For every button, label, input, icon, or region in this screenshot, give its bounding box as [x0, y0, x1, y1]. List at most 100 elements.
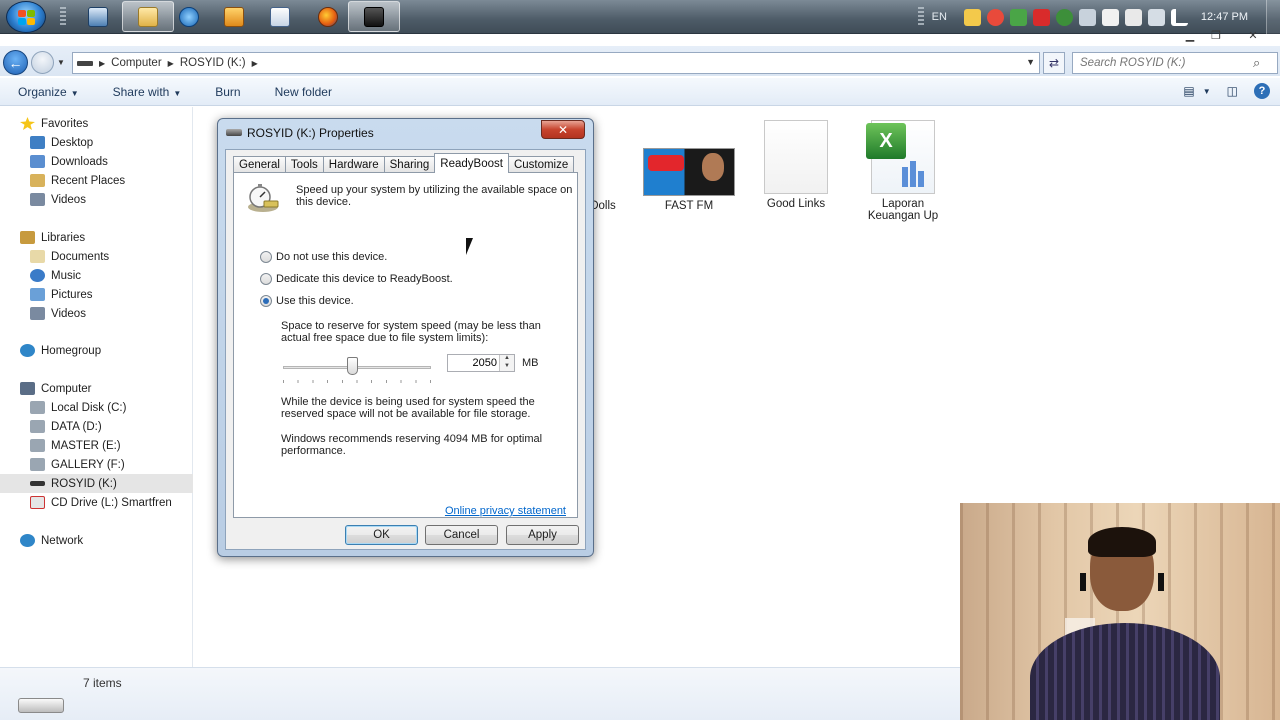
search-icon[interactable]: ⌕ [1253, 55, 1260, 71]
file-laporan-keuangan[interactable]: X Laporan Keuangan Up [855, 120, 951, 222]
history-dropdown[interactable]: ▼ [57, 58, 65, 67]
close-window-button[interactable]: ✕ [1240, 27, 1266, 43]
help-icon[interactable]: ? [1254, 83, 1270, 99]
breadcrumb-arrow-icon[interactable]: ▶ [168, 59, 174, 68]
option-use-device[interactable]: Use this device. [260, 295, 354, 307]
spin-arrows[interactable]: ▲ ▼ [499, 355, 514, 371]
breadcrumb-arrow-icon[interactable]: ▶ [99, 59, 105, 68]
burn-button[interactable]: Burn [215, 85, 240, 99]
breadcrumb-rosyid[interactable]: ROSYID (K:) [180, 57, 246, 69]
tray-network-app-icon[interactable] [986, 8, 1004, 26]
nav-master-drive[interactable]: MASTER (E:) [0, 436, 193, 455]
language-indicator[interactable]: EN [932, 11, 947, 23]
organize-label: Organize [18, 84, 67, 99]
nav-gallery-drive[interactable]: GALLERY (F:) [0, 455, 193, 474]
cancel-button[interactable]: Cancel [425, 525, 498, 545]
reserve-spinbox[interactable]: ▲ ▼ [447, 354, 515, 372]
nav-documents[interactable]: Documents [0, 247, 193, 266]
preview-pane-icon[interactable]: ◫ [1227, 84, 1238, 98]
breadcrumb-computer[interactable]: Computer [111, 57, 162, 69]
nav-downloads[interactable]: Downloads [0, 152, 193, 171]
nav-label: Network [41, 534, 84, 547]
breadcrumb-arrow-icon[interactable]: ▶ [252, 59, 258, 68]
media-player-icon [224, 6, 244, 27]
organize-menu[interactable]: Organize ▼ [18, 85, 79, 99]
radio-do-not-use[interactable] [260, 251, 272, 263]
address-bar[interactable]: ▶ Computer ▶ ROSYID (K:) ▶ ▼ [72, 52, 1040, 74]
forward-button[interactable] [31, 51, 54, 74]
minimize-button[interactable]: ▁ [1177, 27, 1203, 43]
radio-dedicate[interactable] [260, 273, 272, 285]
privacy-link[interactable]: Online privacy statement [445, 505, 566, 517]
reserve-slider[interactable] [283, 356, 431, 386]
tray-flag-icon[interactable] [1101, 8, 1119, 26]
search-input[interactable] [1073, 57, 1253, 69]
tab-readyboost[interactable]: ReadyBoost [434, 153, 509, 173]
nav-libraries[interactable]: Libraries [0, 228, 193, 247]
tray-update-icon[interactable] [1055, 8, 1073, 26]
tray-antivirus-icon[interactable] [1032, 8, 1050, 26]
spin-up-icon[interactable]: ▲ [500, 355, 514, 363]
tray-audio-icon[interactable] [1078, 8, 1096, 26]
back-button[interactable]: ← [3, 50, 28, 75]
nav-network[interactable]: Network [0, 531, 193, 550]
dialog-close-button[interactable]: ✕ [541, 120, 585, 139]
file-fast-fm[interactable]: FAST FM [641, 148, 737, 212]
nav-computer[interactable]: Computer [0, 379, 193, 398]
tab-hardware[interactable]: Hardware [322, 156, 385, 173]
taskbar-word-button[interactable] [254, 1, 306, 32]
new-folder-button[interactable]: New folder [275, 85, 332, 99]
tab-general[interactable]: General [233, 156, 286, 173]
nav-music[interactable]: Music [0, 266, 193, 285]
tray-security-icon[interactable] [1009, 8, 1027, 26]
tab-tools[interactable]: Tools [284, 156, 324, 173]
nav-videos-library[interactable]: Videos [0, 304, 193, 323]
taskbar-firefox-button[interactable] [302, 1, 354, 32]
clock[interactable]: 12:47 PM [1201, 11, 1248, 23]
tray-volume-icon[interactable] [1147, 8, 1165, 26]
file-label: Dolls [590, 200, 616, 212]
nav-cd-drive[interactable]: CD Drive (L:) Smartfren [0, 493, 193, 512]
nav-recent-places[interactable]: Recent Places [0, 171, 193, 190]
tab-strip: General Tools Hardware Sharing ReadyBoos… [233, 153, 575, 173]
ok-button[interactable]: OK [345, 525, 418, 545]
nav-data-drive[interactable]: DATA (D:) [0, 417, 193, 436]
taskbar-media-button[interactable] [208, 1, 260, 32]
nav-local-disk[interactable]: Local Disk (C:) [0, 398, 193, 417]
show-desktop-button[interactable] [1266, 0, 1280, 34]
tray-action-center-icon[interactable] [1124, 8, 1142, 26]
restore-button[interactable]: ❐ [1203, 27, 1229, 43]
view-options-icon[interactable]: ▤ [1183, 84, 1194, 98]
nav-pictures[interactable]: Pictures [0, 285, 193, 304]
file-good-links[interactable]: Good Links [748, 120, 844, 210]
apply-button[interactable]: Apply [506, 525, 579, 545]
internet-explorer-icon [179, 6, 199, 27]
nav-rosyid-drive[interactable]: ROSYID (K:) [0, 474, 193, 493]
taskbar-desktop-button[interactable] [72, 1, 124, 32]
nav-homegroup[interactable]: Homegroup [0, 341, 193, 360]
chevron-down-icon[interactable]: ▼ [1203, 87, 1211, 96]
share-with-menu[interactable]: Share with ▼ [113, 85, 182, 99]
nav-favorites[interactable]: Favorites [0, 114, 193, 133]
option-do-not-use[interactable]: Do not use this device. [260, 251, 387, 263]
chevron-down-icon: ▼ [173, 88, 182, 98]
tab-sharing[interactable]: Sharing [383, 156, 436, 173]
tab-customize[interactable]: Customize [507, 156, 575, 173]
spin-down-icon[interactable]: ▼ [500, 363, 514, 371]
tray-network-icon[interactable] [1170, 8, 1188, 26]
tray-chat-icon[interactable] [963, 8, 981, 26]
nav-videos-favorites[interactable]: Videos [0, 190, 193, 209]
start-button[interactable] [6, 1, 46, 33]
nav-label: Desktop [51, 136, 94, 149]
refresh-button[interactable]: ⇄ [1043, 52, 1065, 74]
reserve-input[interactable] [448, 355, 499, 371]
radio-use-device[interactable] [260, 295, 272, 307]
nav-desktop[interactable]: Desktop [0, 133, 193, 152]
search-box[interactable]: ⌕ [1072, 52, 1278, 74]
taskbar-camera-button[interactable] [348, 1, 400, 32]
address-dropdown-icon[interactable]: ▼ [1026, 57, 1035, 67]
option-dedicate[interactable]: Dedicate this device to ReadyBoost. [260, 273, 453, 285]
slider-thumb[interactable] [347, 357, 358, 375]
slider-ticks [283, 380, 431, 383]
firefox-icon [318, 6, 338, 27]
